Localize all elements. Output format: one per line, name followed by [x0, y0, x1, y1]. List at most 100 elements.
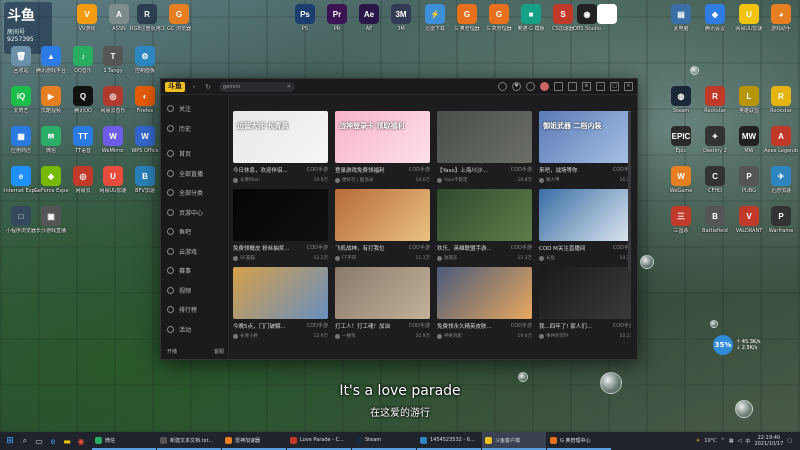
maximize-icon[interactable]: □: [610, 82, 619, 91]
desktop-icon-right[interactable]: ◕ 游戏助手: [764, 4, 798, 32]
room-thumbnail[interactable]: [539, 267, 631, 319]
desktop-icon-right[interactable]: B Battlefield: [698, 206, 732, 234]
desktop-icon-left[interactable]: ◆ GeForce Experience: [34, 166, 68, 194]
room-thumbnail[interactable]: [335, 189, 430, 241]
room-thumbnail[interactable]: 战神登录卡 领取福利: [335, 111, 430, 163]
sidebar-item[interactable]: 全部分类: [161, 183, 228, 203]
room-thumbnail[interactable]: [437, 189, 532, 241]
desktop-icon-right[interactable]: ▤ 此电脑: [664, 4, 698, 32]
desktop-icon-top[interactable]: Ps PS: [288, 4, 322, 32]
chrome-icon[interactable]: ◉: [74, 432, 88, 450]
room-thumbnail[interactable]: [437, 267, 532, 319]
sidebar-item[interactable]: 活动: [161, 320, 228, 340]
streamer-name[interactable]: 路人甲: [539, 177, 560, 183]
ime-icon[interactable]: 中: [745, 438, 750, 445]
desktop-icon-top[interactable]: G G 奥管理器: [450, 4, 484, 32]
search-input[interactable]: gemini ✕: [219, 81, 295, 92]
desktop-icon-top[interactable]: Pr PR: [320, 4, 354, 32]
streamer-name[interactable]: 事件的可怜: [539, 333, 569, 339]
desktop-icon-left[interactable]: ⚙ 控制面板: [128, 46, 162, 74]
desktop-icon-right[interactable]: 三三国杀: [664, 206, 698, 234]
desktop-icon-left[interactable]: ▦ 应用商店: [4, 126, 38, 154]
desktop-icon-right[interactable]: ✈ 迅游加速: [764, 166, 798, 194]
clock[interactable]: 22:19:40 2021/10/17: [754, 435, 783, 447]
room-thumbnail[interactable]: [233, 267, 328, 319]
desktop-icon-top[interactable]: G G 高管理器: [482, 4, 516, 32]
streamer-name[interactable]: 长鱼: [539, 255, 555, 261]
desktop-icon-right[interactable]: MW MW: [732, 126, 766, 154]
desktop-icon-right[interactable]: W WeGame: [664, 166, 698, 194]
start-broadcast-button[interactable]: 开播: [167, 348, 177, 355]
desktop-icon-left[interactable]: TT TT语音: [66, 126, 100, 154]
desktop-icon-top[interactable]: ♥: [590, 4, 624, 26]
taskbar-app-button[interactable]: 斗鱼客户端: [482, 432, 546, 450]
desktop-icon-left[interactable]: 🗑 回收站: [4, 46, 38, 74]
room-category[interactable]: COD手游: [511, 322, 532, 330]
desktop-icon-left[interactable]: ◎ 网易云音乐: [96, 86, 130, 114]
desktop-icon-left[interactable]: e Internet Explorer: [4, 166, 38, 194]
refresh-icon[interactable]: ↻: [203, 83, 213, 91]
streamer-name[interactable]: 神奇泡影: [437, 333, 462, 339]
desktop-icon-left[interactable]: W WeMirror: [96, 126, 130, 154]
desktop-icon-left[interactable]: T 1 Tangy: [96, 46, 130, 74]
live-room-card[interactable]: 【Yaso】上海川沙... COD手游 Yaso不愿定 19.8万: [437, 111, 532, 185]
close-icon[interactable]: ✕: [624, 82, 633, 91]
desktop-icon-left[interactable]: Q 腾讯QQ: [66, 86, 100, 114]
task-view-icon[interactable]: ▭: [32, 432, 46, 450]
streamer-name[interactable]: 长青Mian: [233, 177, 260, 183]
favorite-icon[interactable]: ♥: [512, 82, 521, 91]
streamer-name[interactable]: SC猫猫: [233, 255, 255, 261]
weather-icon[interactable]: ☀: [696, 438, 700, 444]
tray-chevron-icon[interactable]: ^: [721, 438, 725, 444]
desktop-icon-left[interactable]: B BFV加速: [128, 166, 162, 194]
taskbar-app-button[interactable]: Love Parade - C...: [287, 432, 351, 450]
desktop-icon-right[interactable]: V VALORANT: [732, 206, 766, 234]
live-room-card[interactable]: 我...四年了! 家人们... COD手游事件的可怜 10.2万: [539, 267, 631, 341]
taskbar-app-button[interactable]: 微信: [92, 432, 156, 450]
taskbar-app-button[interactable]: 新建文本文档.txt...: [157, 432, 221, 450]
room-category[interactable]: COD手游: [409, 244, 430, 252]
file-explorer-icon[interactable]: ▬: [60, 432, 74, 450]
desktop-icon-top[interactable]: R RGB注册机用工具: [130, 4, 164, 32]
live-room-card[interactable]: 今晚5点，门门破解... COD手游 长青小胖 12.9万: [233, 267, 328, 341]
desktop-icon-top[interactable]: ⚡ 迅雷下载: [418, 4, 452, 32]
sidebar-item[interactable]: 赛事: [161, 261, 228, 281]
streamer-name[interactable]: Yaso不愿定: [437, 177, 467, 183]
cpu-usage-badge[interactable]: 35%: [713, 335, 733, 355]
live-room-card[interactable]: 飞机战神，有打我位 COD手游 FF平哥 11.1万: [335, 189, 430, 263]
notification-icon[interactable]: ▢: [787, 438, 792, 444]
desktop-icon-right[interactable]: ✦ Destiny 2: [698, 126, 732, 154]
streamer-name[interactable]: 一楼哥: [335, 333, 356, 339]
search-icon[interactable]: ⌕: [18, 432, 32, 450]
sidebar-item[interactable]: 全部直播: [161, 164, 228, 184]
taskbar-app-button[interactable]: 1454523532 - 6...: [417, 432, 481, 450]
live-room-card[interactable]: 御姐武器 二档内装来吧，战场等你COD手游路人甲16.2万: [539, 111, 631, 185]
gift-icon[interactable]: [554, 82, 563, 91]
edge-icon[interactable]: e: [46, 432, 60, 450]
desktop-icon-left[interactable]: □ 小程序浏览器: [4, 206, 38, 234]
desktop-icon-right[interactable]: A Apex Legends: [764, 126, 798, 154]
live-room-card[interactable]: 免费领概皮 粉丝抽奖... COD手游 SC猫猫 12.2万: [233, 189, 328, 263]
desktop-icon-right[interactable]: U 网易UU加速: [732, 4, 766, 32]
room-category[interactable]: COD手游: [409, 166, 430, 174]
room-category[interactable]: COD手游: [307, 244, 328, 252]
desktop-icon-left[interactable]: ✉ 微信: [34, 126, 68, 154]
room-thumbnail[interactable]: [437, 111, 532, 163]
desktop-icon-right[interactable]: ◍ Steam: [664, 86, 698, 114]
room-category[interactable]: COD手游: [511, 244, 532, 252]
weather-temp[interactable]: 10°C: [704, 438, 716, 444]
live-room-card[interactable]: COD M关注直播间COD手游长鱼10.2万: [539, 189, 631, 263]
menu-icon[interactable]: ≡: [582, 82, 591, 91]
windows-start-icon[interactable]: ⊞: [2, 432, 18, 450]
desktop-icon-right[interactable]: EPIC Epic: [664, 126, 698, 154]
shop-icon[interactable]: [568, 82, 577, 91]
taskbar-app-button[interactable]: 雷神加速器: [222, 432, 286, 450]
room-thumbnail[interactable]: 御姐武器 二档内装: [539, 111, 631, 163]
streamer-name[interactable]: 长青小胖: [233, 333, 258, 339]
live-room-card[interactable]: 欢乐、英雄联盟手游... COD手游 独孤东 12.3万: [437, 189, 532, 263]
desktop-icon-left[interactable]: ▲ 腾讯游戏平台: [34, 46, 68, 74]
history-icon[interactable]: [498, 82, 507, 91]
desktop-icon-top[interactable]: 3M 3M: [384, 4, 418, 32]
desktop-icon-left[interactable]: iQ 爱奇艺: [4, 86, 38, 114]
desktop-icon-right[interactable]: P PUBG: [732, 166, 766, 194]
